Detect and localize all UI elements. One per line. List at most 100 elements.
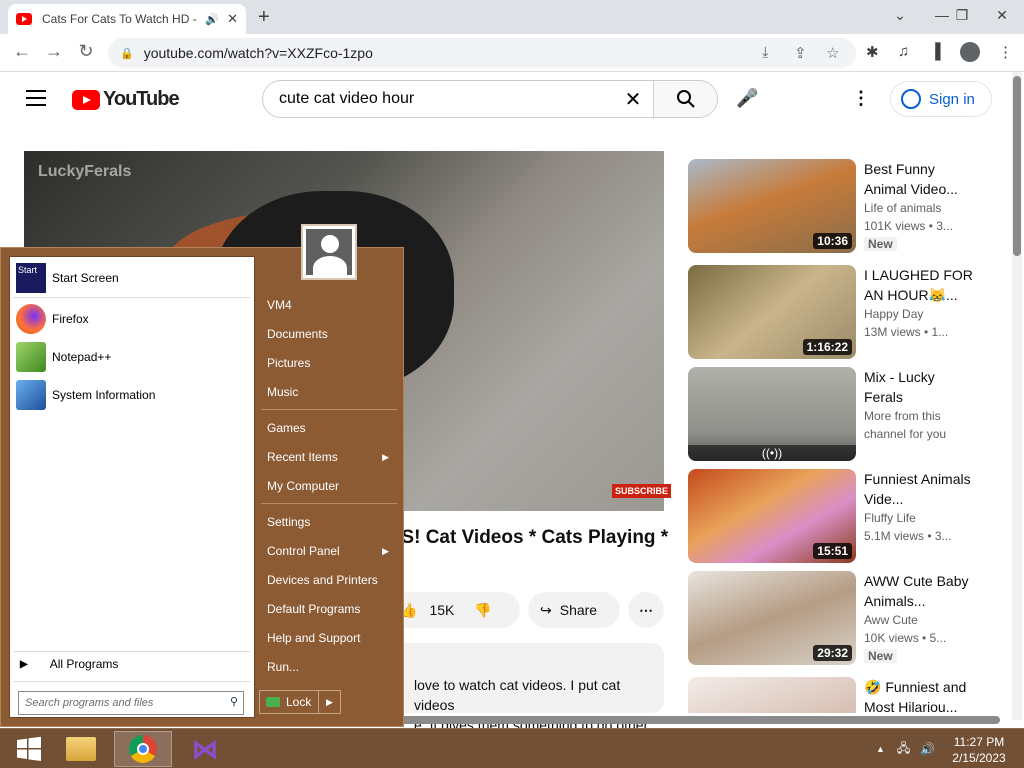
video-thumbnail[interactable]: 29:32 [688,571,856,665]
start-right-control-panel[interactable]: Control Panel ▶ [267,541,395,561]
start-right-devices-and-printers[interactable]: Devices and Printers [267,570,395,590]
divider [14,651,250,652]
back-icon[interactable]: ← [10,41,34,62]
recommendation-item[interactable]: 1:16:22 I LAUGHED FOR AN HOUR😹... Happy … [688,265,988,360]
chrome-taskbar-button[interactable] [114,731,172,767]
install-app-icon[interactable]: ⤓ [762,44,769,61]
mix-live-icon: ((•)) [688,445,856,461]
browser-tab[interactable]: Cats For Cats To Watch HD - 🔊 ✕ [8,4,246,34]
new-badge: New [864,649,897,663]
recommendation-title[interactable]: Best Funny Animal Video... [864,159,974,199]
start-item-firefox[interactable]: Firefox [16,302,89,336]
start-right-run[interactable]: Run... [267,657,395,677]
system-information-icon [16,380,46,410]
taskbar-clock[interactable]: 11:27 PM 2/15/2023 [944,734,1014,766]
more-actions-icon[interactable]: ⋯ [628,592,664,628]
recommendation-item[interactable]: 15:51 Funniest Animals Vide... Fluffy Li… [688,469,988,564]
channel-name[interactable]: Aww Cute [864,611,974,629]
start-right-games[interactable]: Games [267,418,395,438]
sign-in-button[interactable]: Sign in [890,81,992,117]
like-count[interactable]: 15K [429,602,454,618]
share-button[interactable]: ↪ Share [528,592,620,628]
channel-name[interactable]: Life of animals [864,199,974,217]
start-screen-icon: Start [16,263,46,293]
show-hidden-icons-icon[interactable]: ▲ [876,744,885,754]
start-item-start-screen[interactable]: Start Start Screen [16,261,119,295]
user-avatar[interactable] [301,224,357,280]
file-explorer-taskbar-button[interactable] [52,731,110,767]
lock-button[interactable]: Lock ▶ [259,690,341,714]
search-input[interactable] [263,81,613,117]
video-thumbnail[interactable]: 15:51 [688,469,856,563]
network-icon[interactable]: 🖧 [897,739,910,760]
channel-name[interactable]: Happy Day [864,305,974,323]
new-tab-button[interactable]: + [258,6,270,29]
start-right-music[interactable]: Music [267,382,395,402]
start-item-label: Firefox [52,312,89,326]
vertical-scrollbar[interactable] [1012,72,1022,720]
forward-icon[interactable]: → [42,41,66,62]
system-tray: ▲ 🖧 🔊 [876,729,935,768]
recommendation-item[interactable]: 🤣 Funniest and Most Hilariou... [688,677,988,713]
clock-date: 2/15/2023 [952,751,1006,765]
all-programs-button[interactable]: ▶ All Programs [20,657,118,671]
start-right-vm4[interactable]: VM4 [267,295,395,315]
power-options-arrow-icon[interactable]: ▶ [318,691,340,713]
start-right-documents[interactable]: Documents [267,324,395,344]
close-window-button[interactable]: ✕ [982,0,1022,30]
start-right-settings[interactable]: Settings [267,512,395,532]
hamburger-menu-icon[interactable] [26,90,46,111]
recommendation-item[interactable]: 10:36 Best Funny Animal Video... Life of… [688,159,988,254]
start-menu-programs-pane: Start Start Screen Firefox Notepad++ Sys… [9,256,255,718]
recommendation-item[interactable]: 29:32 AWW Cute Baby Animals... Aww Cute … [688,571,988,666]
video-thumbnail[interactable] [688,677,856,713]
start-right-pictures[interactable]: Pictures [267,353,395,373]
speaker-icon[interactable]: 🔊 [205,13,219,26]
recommendation-title[interactable]: AWW Cute Baby Animals... [864,571,974,611]
extensions-icon[interactable]: ✱ [866,43,879,61]
video-thumbnail[interactable]: ((•)) [688,367,856,461]
reload-icon[interactable]: ↻ [74,41,98,62]
windows-logo-icon [17,736,41,761]
recommendation-title[interactable]: Funniest Animals Vide... [864,469,974,509]
lock-icon[interactable]: 🔒 [120,47,134,60]
video-thumbnail[interactable]: 10:36 [688,159,856,253]
dislike-icon[interactable]: 👎 [474,602,491,619]
start-search-input[interactable]: Search programs and files ⚲ [18,691,244,715]
start-right-help-and-support[interactable]: Help and Support [267,628,395,648]
settings-more-icon[interactable]: ⋮ [852,88,870,109]
media-control-icon[interactable]: ♫ [898,43,909,60]
start-right-default-programs[interactable]: Default Programs [267,599,395,619]
start-item-system-information[interactable]: System Information [16,378,155,412]
scroll-thumb[interactable] [1013,76,1021,256]
microphone-icon[interactable]: 🎤 [736,88,758,109]
clear-search-icon[interactable]: ✕ [613,87,653,112]
start-right-my-computer[interactable]: My Computer [267,476,395,496]
chrome-menu-icon[interactable]: ⋮ [998,43,1013,61]
start-button[interactable] [0,731,58,767]
visual-studio-taskbar-button[interactable]: ⋈ [176,731,234,767]
address-bar[interactable]: 🔒 youtube.com/watch?v=XXZFco-1zpo ⤓ ⇪ ☆ [108,38,856,68]
video-thumbnail[interactable]: 1:16:22 [688,265,856,359]
recommendation-title[interactable]: 🤣 Funniest and Most Hilariou... [864,677,974,713]
subscribe-overlay[interactable]: SUBSCRIBE [612,484,672,498]
profile-avatar-icon[interactable] [960,42,980,62]
share-icon[interactable]: ⇪ [794,44,807,62]
recommendation-title[interactable]: Mix - Lucky Ferals [864,367,974,407]
volume-icon[interactable]: 🔊 [920,742,935,756]
tab-search-chevron-icon[interactable]: ⌄ [880,0,920,30]
channel-name[interactable]: Fluffy Life [864,509,974,527]
side-panel-icon[interactable]: ▐ [930,43,941,60]
youtube-logo[interactable]: YouTube [72,88,180,111]
recommendation-item[interactable]: ((•)) Mix - Lucky Ferals More from this … [688,367,988,462]
restore-button[interactable]: ❐ [942,0,982,30]
search-button[interactable] [653,81,717,117]
start-item-notepad-plus-plus[interactable]: Notepad++ [16,340,111,374]
close-tab-icon[interactable]: ✕ [227,11,238,27]
recent-items-label: Recent Items [267,450,338,464]
divider [14,681,250,682]
start-item-label: Start Screen [52,271,119,285]
recommendation-title[interactable]: I LAUGHED FOR AN HOUR😹... [864,265,974,305]
bookmark-star-icon[interactable]: ☆ [826,44,839,62]
start-right-recent-items[interactable]: Recent Items ▶ [267,447,395,467]
